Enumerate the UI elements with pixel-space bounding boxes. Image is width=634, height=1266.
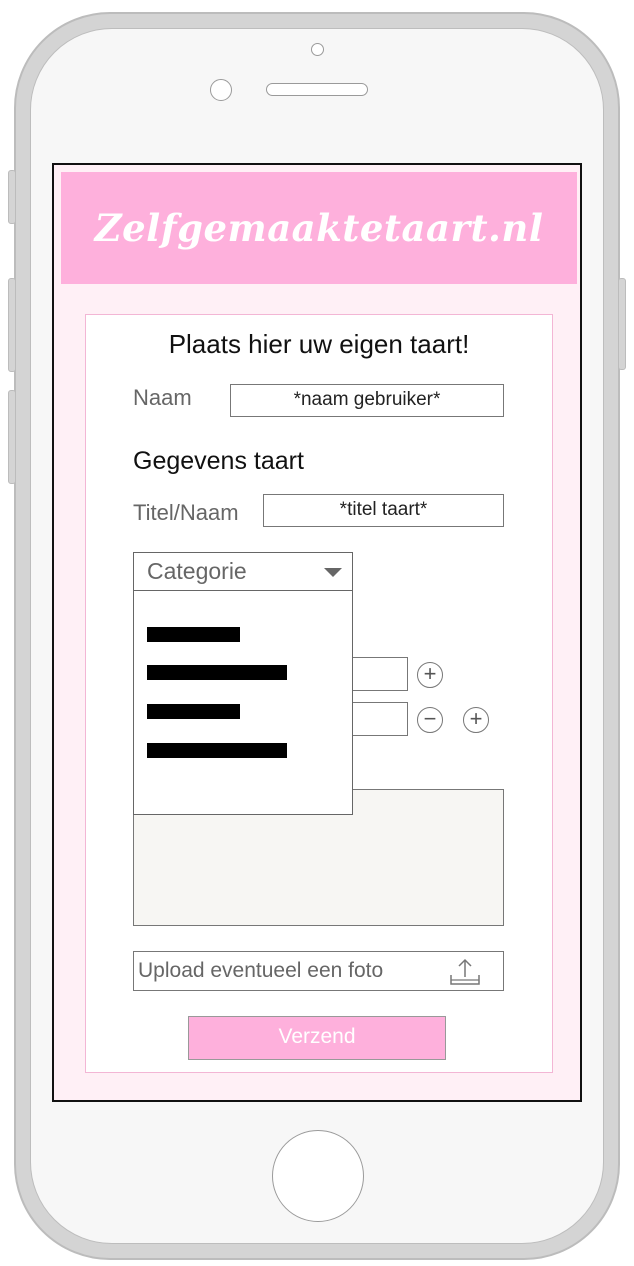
category-option[interactable]	[147, 704, 240, 719]
category-selected: Categorie	[147, 558, 247, 584]
submit-button[interactable]: Verzend	[188, 1016, 446, 1060]
name-input[interactable]: *naam gebruiker*	[230, 384, 504, 417]
minus-circle-icon[interactable]: −	[417, 707, 443, 733]
category-option[interactable]	[147, 665, 287, 680]
header-banner: Zelfgemaaktetaart.nl	[61, 172, 577, 284]
site-logo[interactable]: Zelfgemaaktetaart.nl	[95, 206, 544, 250]
front-camera	[210, 79, 232, 101]
upload-form: Plaats hier uw eigen taart! Naam *naam g…	[85, 314, 553, 1073]
earpiece-speaker	[266, 83, 368, 96]
category-option[interactable]	[147, 743, 287, 758]
upload-icon[interactable]	[447, 957, 483, 987]
mute-switch	[8, 170, 16, 224]
chevron-down-icon	[324, 568, 342, 577]
title-label: Titel/Naam	[133, 500, 239, 525]
power-button	[618, 278, 626, 370]
category-option[interactable]	[147, 627, 240, 642]
name-label: Naam	[133, 385, 192, 410]
category-options	[133, 590, 353, 815]
plus-circle-icon[interactable]: +	[417, 662, 443, 688]
category-select[interactable]: Categorie	[133, 552, 353, 592]
upload-label: Upload eventueel een foto	[138, 959, 384, 982]
phone-screen: Zelfgemaaktetaart.nl Plaats hier uw eige…	[52, 163, 582, 1102]
proximity-sensor	[311, 43, 324, 56]
section-title: Gegevens taart	[133, 447, 304, 475]
title-input[interactable]: *titel taart*	[263, 494, 504, 527]
volume-up-button	[8, 278, 16, 372]
upload-photo-field[interactable]: Upload eventueel een foto	[133, 951, 504, 991]
form-heading: Plaats hier uw eigen taart!	[168, 329, 470, 359]
plus-circle-icon[interactable]: +	[463, 707, 489, 733]
volume-down-button	[8, 390, 16, 484]
home-button[interactable]	[272, 1130, 364, 1222]
